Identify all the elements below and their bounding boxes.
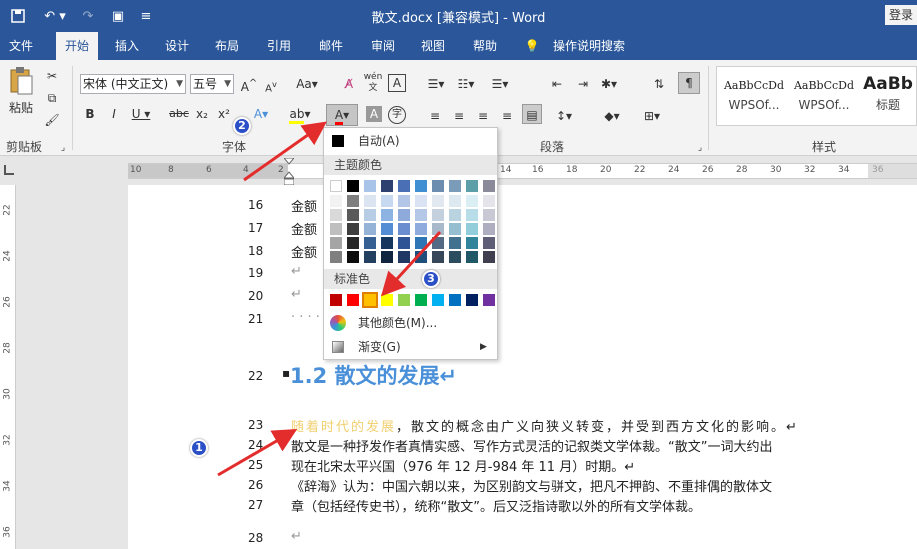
- step-badge-3: 3: [422, 270, 440, 288]
- arrow-1: [217, 428, 298, 477]
- step-badge-2: 2: [233, 117, 251, 135]
- annotation-arrows: [217, 121, 442, 477]
- step-badge-1: 1: [190, 439, 208, 457]
- watermark: 极光下载站: [760, 500, 850, 521]
- arrow-2: [243, 121, 327, 182]
